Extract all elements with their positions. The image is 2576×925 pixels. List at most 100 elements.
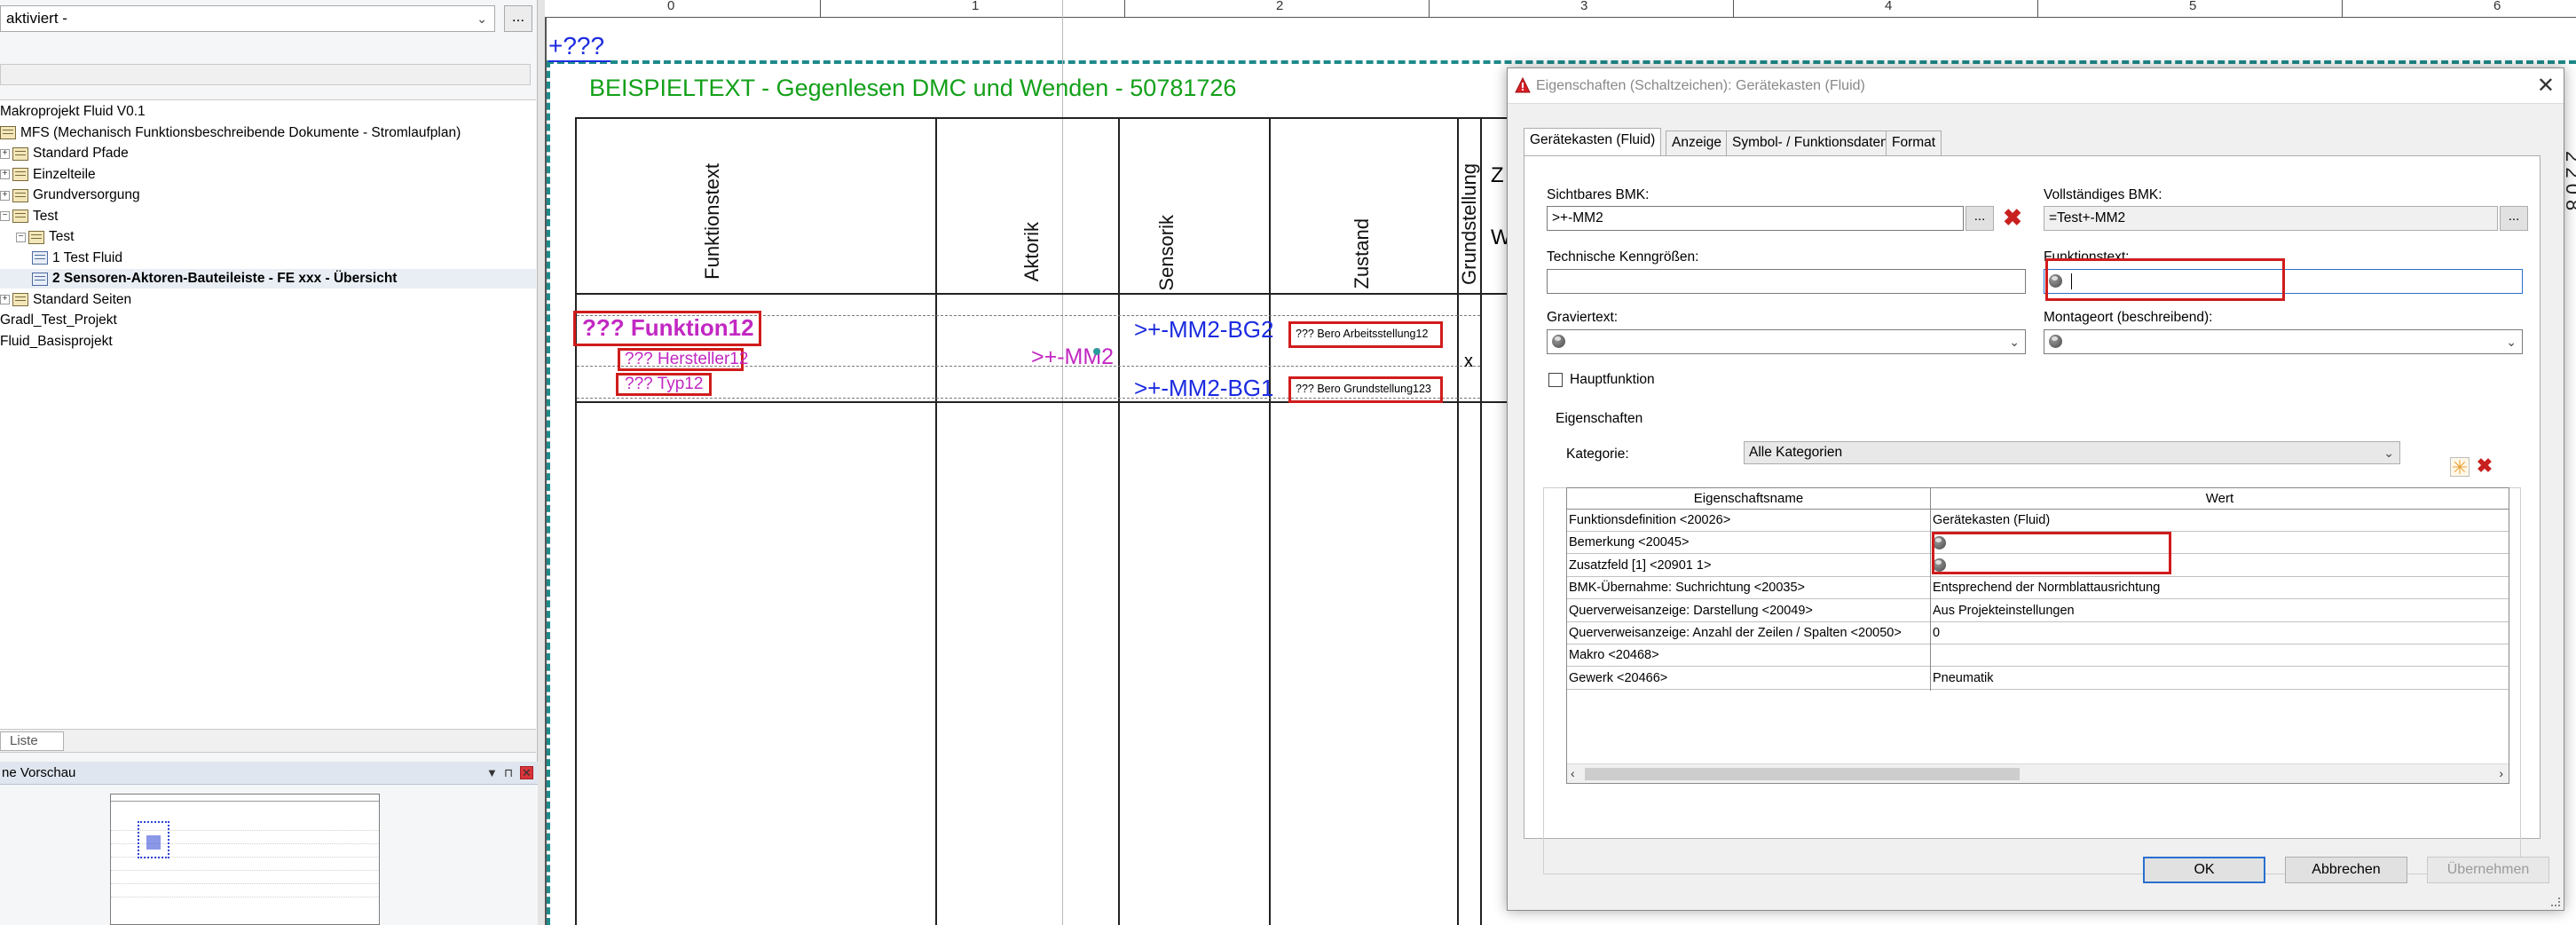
- scroll-right-icon[interactable]: ›: [2499, 766, 2503, 780]
- technische-kenngroessen-input[interactable]: [1547, 269, 2026, 294]
- property-value-text: Pneumatik: [1933, 670, 1994, 685]
- vollstaendiges-bmk-input[interactable]: =Test+-MM2: [2044, 206, 2498, 231]
- apply-button[interactable]: Übernehmen: [2427, 857, 2549, 883]
- tree-item[interactable]: − Test: [0, 207, 58, 226]
- tab-anzeige[interactable]: Anzeige: [1666, 130, 1729, 155]
- collapse-icon[interactable]: −: [16, 232, 26, 242]
- property-value[interactable]: Entsprechend der Normblattausrichtung: [1933, 578, 2501, 598]
- zustand-text-2[interactable]: ??? Bero Grundstellung123: [1296, 383, 1431, 395]
- new-property-icon[interactable]: ✳: [2450, 457, 2470, 478]
- tree-item[interactable]: 2 Sensoren-Aktoren-Bauteileiste - FE xxx…: [0, 269, 536, 289]
- page-icon: [32, 251, 48, 265]
- highlight-bemerkung-zusatzfeld: [1932, 532, 2171, 574]
- delete-icon[interactable]: ✖: [2001, 206, 2024, 230]
- property-value[interactable]: Aus Projekteinstellungen: [1933, 601, 2501, 621]
- ruler-label: 0: [667, 0, 675, 13]
- tab-symbol-funktionsdaten[interactable]: Symbol- / Funktionsdaten: [1726, 130, 1895, 155]
- table-row[interactable]: Querverweisanzeige: Anzahl der Zeilen / …: [1567, 623, 2509, 644]
- tree-item[interactable]: Makroprojekt Fluid V0.1: [0, 102, 146, 122]
- drawing-title[interactable]: BEISPIELTEXT - Gegenlesen DMC und Wenden…: [589, 75, 1236, 102]
- sichtbares-bmk-browse-button[interactable]: ...: [1965, 206, 1994, 231]
- tree-item[interactable]: 1 Test Fluid: [0, 249, 122, 268]
- ruler-label: 5: [2189, 0, 2197, 13]
- vollstaendiges-bmk-label: Vollständiges BMK:: [2044, 187, 2162, 202]
- tree-item-label: Test: [49, 229, 75, 244]
- property-value[interactable]: 0: [1933, 623, 2501, 644]
- tab-liste[interactable]: Liste: [0, 731, 64, 751]
- dialog-titlebar[interactable]: Eigenschaften (Schaltzeichen): Gerätekas…: [1508, 68, 2564, 104]
- funktion-text[interactable]: ??? Funktion12: [582, 314, 754, 342]
- preview-page-thumbnail[interactable]: [110, 794, 380, 925]
- expand-icon[interactable]: +: [0, 170, 10, 179]
- preview-header: ne Vorschau ▼ ⊓ ✕: [0, 762, 538, 785]
- location-marker[interactable]: +???: [548, 32, 604, 60]
- tree-item[interactable]: + Einzelteile: [0, 165, 96, 185]
- expand-icon[interactable]: +: [0, 190, 10, 201]
- sensor-tag-bg1[interactable]: >+-MM2-BG1: [1134, 375, 1274, 402]
- tab-format[interactable]: Format: [1886, 130, 1942, 155]
- tree-item[interactable]: + Standard Pfade: [0, 144, 129, 163]
- property-value[interactable]: Pneumatik: [1933, 668, 2501, 689]
- tree-item-label: Gradl_Test_Projekt: [0, 312, 117, 328]
- sichtbares-bmk-input[interactable]: >+-MM2: [1547, 206, 1964, 231]
- filter-more-button[interactable]: ...: [504, 5, 532, 32]
- project-tree[interactable]: Makroprojekt Fluid V0.1 MFS (Mechanisch F…: [0, 99, 536, 730]
- scrollbar-thumb[interactable]: [1585, 768, 2020, 780]
- typ-text[interactable]: ??? Typ12: [625, 375, 703, 394]
- property-name: Makro <20468>: [1569, 648, 1659, 663]
- property-value[interactable]: Gerätekasten (Fluid): [1933, 510, 2501, 531]
- splitter[interactable]: [538, 0, 545, 925]
- tree-item[interactable]: Fluid_Basisprojekt: [0, 332, 113, 352]
- montageort-dropdown[interactable]: ⌄: [2044, 329, 2523, 354]
- globe-icon: [2049, 335, 2062, 349]
- graviertext-dropdown[interactable]: ⌄: [1547, 329, 2026, 354]
- properties-dialog: Eigenschaften (Schaltzeichen): Gerätekas…: [1507, 67, 2564, 911]
- search-input[interactable]: [0, 64, 531, 85]
- warning-icon: [1515, 77, 1531, 93]
- pin-icon[interactable]: ⊓: [504, 762, 513, 785]
- tree-item[interactable]: − Test: [0, 227, 74, 247]
- vollstaendiges-bmk-browse-button[interactable]: ...: [2500, 206, 2528, 231]
- aktorik-tag[interactable]: >+-MM2: [1031, 344, 1114, 370]
- filter-dropdown[interactable]: aktiviert - ⌄: [0, 5, 495, 32]
- table-row[interactable]: Makro <20468>: [1567, 645, 2509, 668]
- col-header-eigenschaftsname[interactable]: Eigenschaftsname: [1567, 488, 1931, 510]
- close-icon[interactable]: ✕: [2537, 68, 2555, 104]
- col-header-grundstellung: Grundstellung: [1458, 163, 1480, 285]
- table-column-line: [935, 117, 937, 925]
- expand-icon[interactable]: +: [0, 148, 10, 159]
- cancel-button[interactable]: Abbrechen: [2285, 857, 2407, 883]
- resize-grip[interactable]: [2551, 897, 2560, 906]
- table-row[interactable]: Querverweisanzeige: Darstellung <20049> A…: [1567, 601, 2509, 622]
- kategorie-label: Kategorie:: [1566, 447, 1629, 462]
- kategorie-dropdown[interactable]: Alle Kategorien ⌄: [1744, 441, 2400, 464]
- close-icon[interactable]: ✕: [520, 766, 533, 779]
- delete-icon[interactable]: ✖: [2473, 455, 2496, 478]
- col-header-wert[interactable]: Wert: [1931, 488, 2509, 510]
- tab-geraetekasten[interactable]: Gerätekasten (Fluid): [1524, 128, 1662, 156]
- hersteller-text[interactable]: ??? Hersteller12: [625, 350, 748, 369]
- page-icon: [32, 272, 48, 286]
- table-row[interactable]: Funktionsdefinition <20026> Gerätekasten …: [1567, 510, 2509, 532]
- collapse-icon[interactable]: −: [0, 211, 10, 221]
- tree-item[interactable]: MFS (Mechanisch Funktionsbeschreibende D…: [0, 123, 461, 143]
- property-name: Bemerkung <20045>: [1569, 535, 1690, 550]
- table-row[interactable]: Gewerk <20466> Pneumatik: [1567, 668, 2509, 690]
- sensor-tag-bg2[interactable]: >+-MM2-BG2: [1134, 316, 1274, 344]
- tree-item-label: 1 Test Fluid: [52, 249, 122, 265]
- preview-menu-icon[interactable]: ▼: [486, 762, 498, 785]
- property-name: Funktionsdefinition <20026>: [1569, 513, 1731, 527]
- table-row[interactable]: BMK-Übernahme: Suchrichtung <20035> Entsp…: [1567, 578, 2509, 600]
- tree-item[interactable]: + Grundversorgung: [0, 186, 140, 205]
- hauptfunktion-checkbox[interactable]: [1548, 373, 1563, 387]
- ok-button[interactable]: OK: [2143, 857, 2265, 883]
- expand-icon[interactable]: +: [0, 295, 10, 304]
- zustand-text-1[interactable]: ??? Bero Arbeitsstellung12: [1296, 328, 1428, 340]
- tree-item[interactable]: + Standard Seiten: [0, 290, 131, 310]
- graviertext-label: Graviertext:: [1547, 310, 1619, 325]
- tree-item-label: 2 Sensoren-Aktoren-Bauteileiste - FE xxx…: [52, 271, 398, 286]
- chevron-down-icon: ⌄: [2383, 446, 2394, 460]
- scroll-left-icon[interactable]: ‹: [1571, 766, 1575, 780]
- horizontal-scrollbar[interactable]: ‹ ›: [1567, 763, 2509, 783]
- tree-item[interactable]: Gradl_Test_Projekt: [0, 311, 117, 330]
